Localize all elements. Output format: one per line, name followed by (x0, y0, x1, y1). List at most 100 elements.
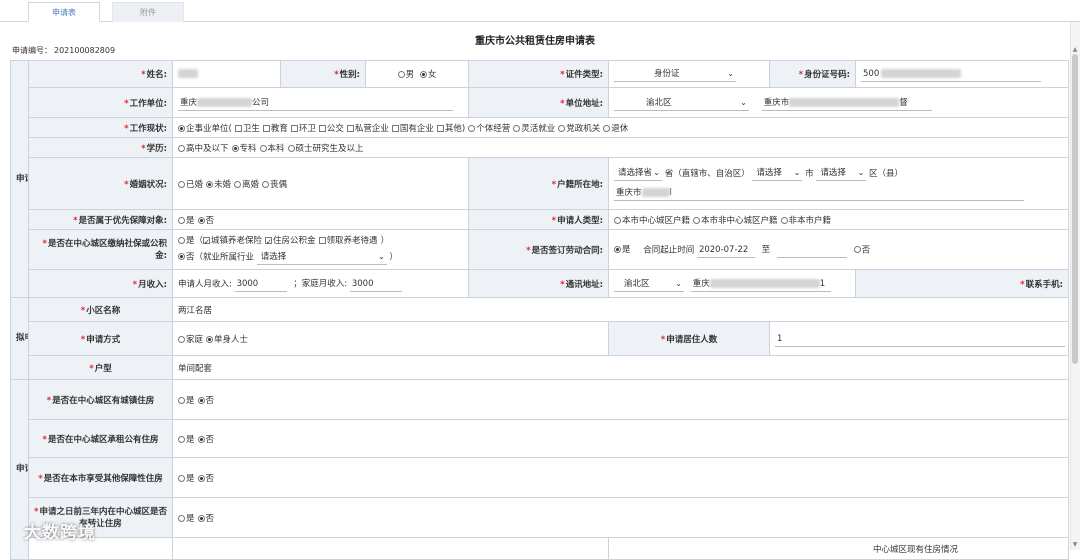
education-option-label: 本科 (267, 143, 285, 154)
hukou-address-input[interactable]: 重庆市 l (614, 185, 1024, 201)
work-status-radio-11[interactable] (603, 124, 611, 132)
unit-district-select[interactable]: 渝北区 ⌄ (614, 95, 749, 111)
applicant-income-input[interactable]: 3000 (234, 276, 287, 292)
q3-label: *是否在本市享受其他保障性住房 (28, 457, 173, 498)
work-status-radio-0[interactable] (178, 124, 185, 132)
applicant-type-option-label: 本市中心城区户籍 (622, 215, 691, 226)
work-status-options: 企事业单位(卫生 教育 环卫 公交 私营企业 国有企业 其他) 个体经营 灵活就业 党政机关 退休 (172, 117, 1069, 138)
work-status-checkbox-2[interactable] (262, 124, 270, 132)
tab-application-form[interactable]: 申请表 (28, 2, 100, 22)
layout-type-value: 单间配套 (172, 355, 1069, 380)
form-title: 重庆市公共租赁住房申请表 (475, 36, 595, 47)
applicant-type-label: *申请人类型: (468, 209, 609, 230)
q1-radio-1[interactable] (197, 396, 205, 404)
q4-radio-1[interactable] (197, 514, 205, 522)
work-status-radio-8[interactable] (468, 124, 476, 132)
work-status-option-label: 公交 (326, 123, 344, 134)
education-radio-0[interactable] (178, 144, 185, 152)
q2-radio-0[interactable] (178, 435, 185, 443)
id-number-label: *身份证号码: (769, 60, 856, 88)
residents-input[interactable]: 1 (775, 331, 1065, 347)
social-insurance-checkbox-0[interactable] (203, 235, 211, 250)
mail-district-select[interactable]: 渝北区 ⌄ (614, 276, 684, 292)
q4-radio-0[interactable] (178, 514, 185, 522)
q2-label: *是否在中心城区承租公有住房 (28, 419, 173, 458)
contract-start-input[interactable]: 2020-07-22 (696, 242, 755, 258)
q1-radio-0[interactable] (178, 396, 185, 404)
applicant-type-radio-1[interactable] (693, 216, 701, 224)
contract-cell: 是 合同起止时间 2020-07-22 至 否 (608, 229, 1069, 270)
id-number-input[interactable]: 500 (861, 66, 1041, 82)
hukou-province-select[interactable]: 请选择省 ⌄ (614, 165, 662, 181)
q3-option-label: 否 (205, 473, 215, 484)
section-house-info: 拟申请房屋情况 (10, 297, 29, 380)
scroll-down-arrow-icon[interactable]: ▼ (1071, 541, 1079, 549)
id-type-select[interactable]: 身份证 ⌄ (614, 66, 736, 82)
marital-options: 已婚 未婚 离婚 丧偶 (172, 157, 469, 210)
q3-radio-1[interactable] (197, 474, 205, 482)
apply-mode-options: 家庭 单身人士 (172, 321, 609, 356)
contract-no-radio[interactable] (853, 246, 861, 253)
gender-female-radio[interactable] (419, 71, 427, 78)
applicant-type-option-label: 本市非中心城区户籍 (701, 215, 778, 226)
work-status-option-label: 国有企业 (399, 123, 434, 134)
contract-yes-radio[interactable] (614, 246, 621, 253)
social-insurance-option-label: 领取养老待遇 (326, 235, 378, 246)
social-insurance-no-radio[interactable] (178, 253, 185, 261)
q3-options: 是否 (172, 457, 1069, 498)
work-status-checkbox-3[interactable] (290, 124, 298, 132)
priority-radio-0[interactable] (178, 216, 185, 224)
tab-attachments[interactable]: 附件 (112, 2, 184, 22)
mail-address-input[interactable]: 重庆 1 (690, 276, 831, 292)
apply-mode-radio-0[interactable] (178, 335, 185, 343)
work-status-checkbox-7[interactable] (436, 124, 444, 132)
applicant-type-radio-0[interactable] (614, 216, 621, 224)
chevron-down-icon: ⌄ (378, 251, 385, 261)
apply-mode-radio-1[interactable] (206, 335, 214, 343)
work-status-checkbox-6[interactable] (391, 124, 399, 132)
work-status-checkbox-4[interactable] (318, 124, 326, 132)
social-insurance-checkbox-2[interactable] (318, 236, 326, 244)
vertical-scrollbar[interactable]: ▲ ▼ (1070, 22, 1080, 550)
work-status-checkbox-5[interactable] (346, 124, 354, 132)
hukou-cell: 请选择省 ⌄ 省（直辖市、自治区） 请选择 ⌄ 市 请选择 ⌄ 区（县） 重庆市 l (608, 157, 1069, 210)
hukou-label: *户籍所在地: (468, 157, 609, 210)
q2-radio-1[interactable] (197, 435, 205, 443)
social-insurance-option-label: 住房公积金 (273, 235, 316, 246)
family-income-input[interactable]: 3000 (349, 276, 402, 292)
work-status-checkbox-1[interactable] (234, 124, 242, 132)
priority-radio-1[interactable] (197, 216, 205, 224)
name-field[interactable] (172, 60, 281, 88)
scroll-up-arrow-icon[interactable]: ▲ (1071, 46, 1079, 54)
education-radio-1[interactable] (231, 144, 239, 152)
industry-select[interactable]: 请选择 ⌄ (256, 249, 387, 265)
education-radio-3[interactable] (287, 144, 295, 152)
education-radio-2[interactable] (259, 144, 267, 152)
marital-radio-2[interactable] (234, 180, 242, 188)
q3-radio-0[interactable] (178, 474, 185, 482)
id-number-cell: 500 (855, 60, 1069, 88)
contract-end-input[interactable] (776, 242, 847, 258)
hukou-district-select[interactable]: 请选择 ⌄ (816, 165, 867, 181)
tab-bar: 申请表 附件 (0, 0, 1080, 22)
work-status-option-label: 卫生 (242, 123, 260, 134)
residents-cell: 1 (769, 321, 1069, 356)
work-status-radio-10[interactable] (558, 124, 566, 132)
work-status-option-label: 企事业单位( (186, 123, 232, 134)
social-insurance-checkbox-1[interactable] (265, 235, 273, 250)
applicant-type-radio-2[interactable] (780, 216, 788, 224)
work-unit-input[interactable]: 重庆 公司 (178, 95, 453, 111)
unit-address-input[interactable]: 重庆市督 (761, 95, 932, 111)
mail-address-label: *通讯地址: (468, 269, 609, 298)
social-insurance-yes-radio[interactable] (178, 236, 185, 244)
work-status-radio-9[interactable] (513, 124, 521, 132)
hukou-city-select[interactable]: 请选择 ⌄ (752, 165, 803, 181)
q1-options: 是否 (172, 379, 1069, 420)
work-unit-label: *工作单位: (28, 87, 173, 118)
income-label: *月收入: (28, 269, 173, 298)
marital-radio-0[interactable] (178, 180, 185, 188)
gender-male-radio[interactable] (397, 71, 405, 78)
marital-radio-1[interactable] (206, 180, 214, 188)
scrollbar-thumb[interactable] (1072, 54, 1078, 364)
marital-radio-3[interactable] (262, 180, 270, 188)
